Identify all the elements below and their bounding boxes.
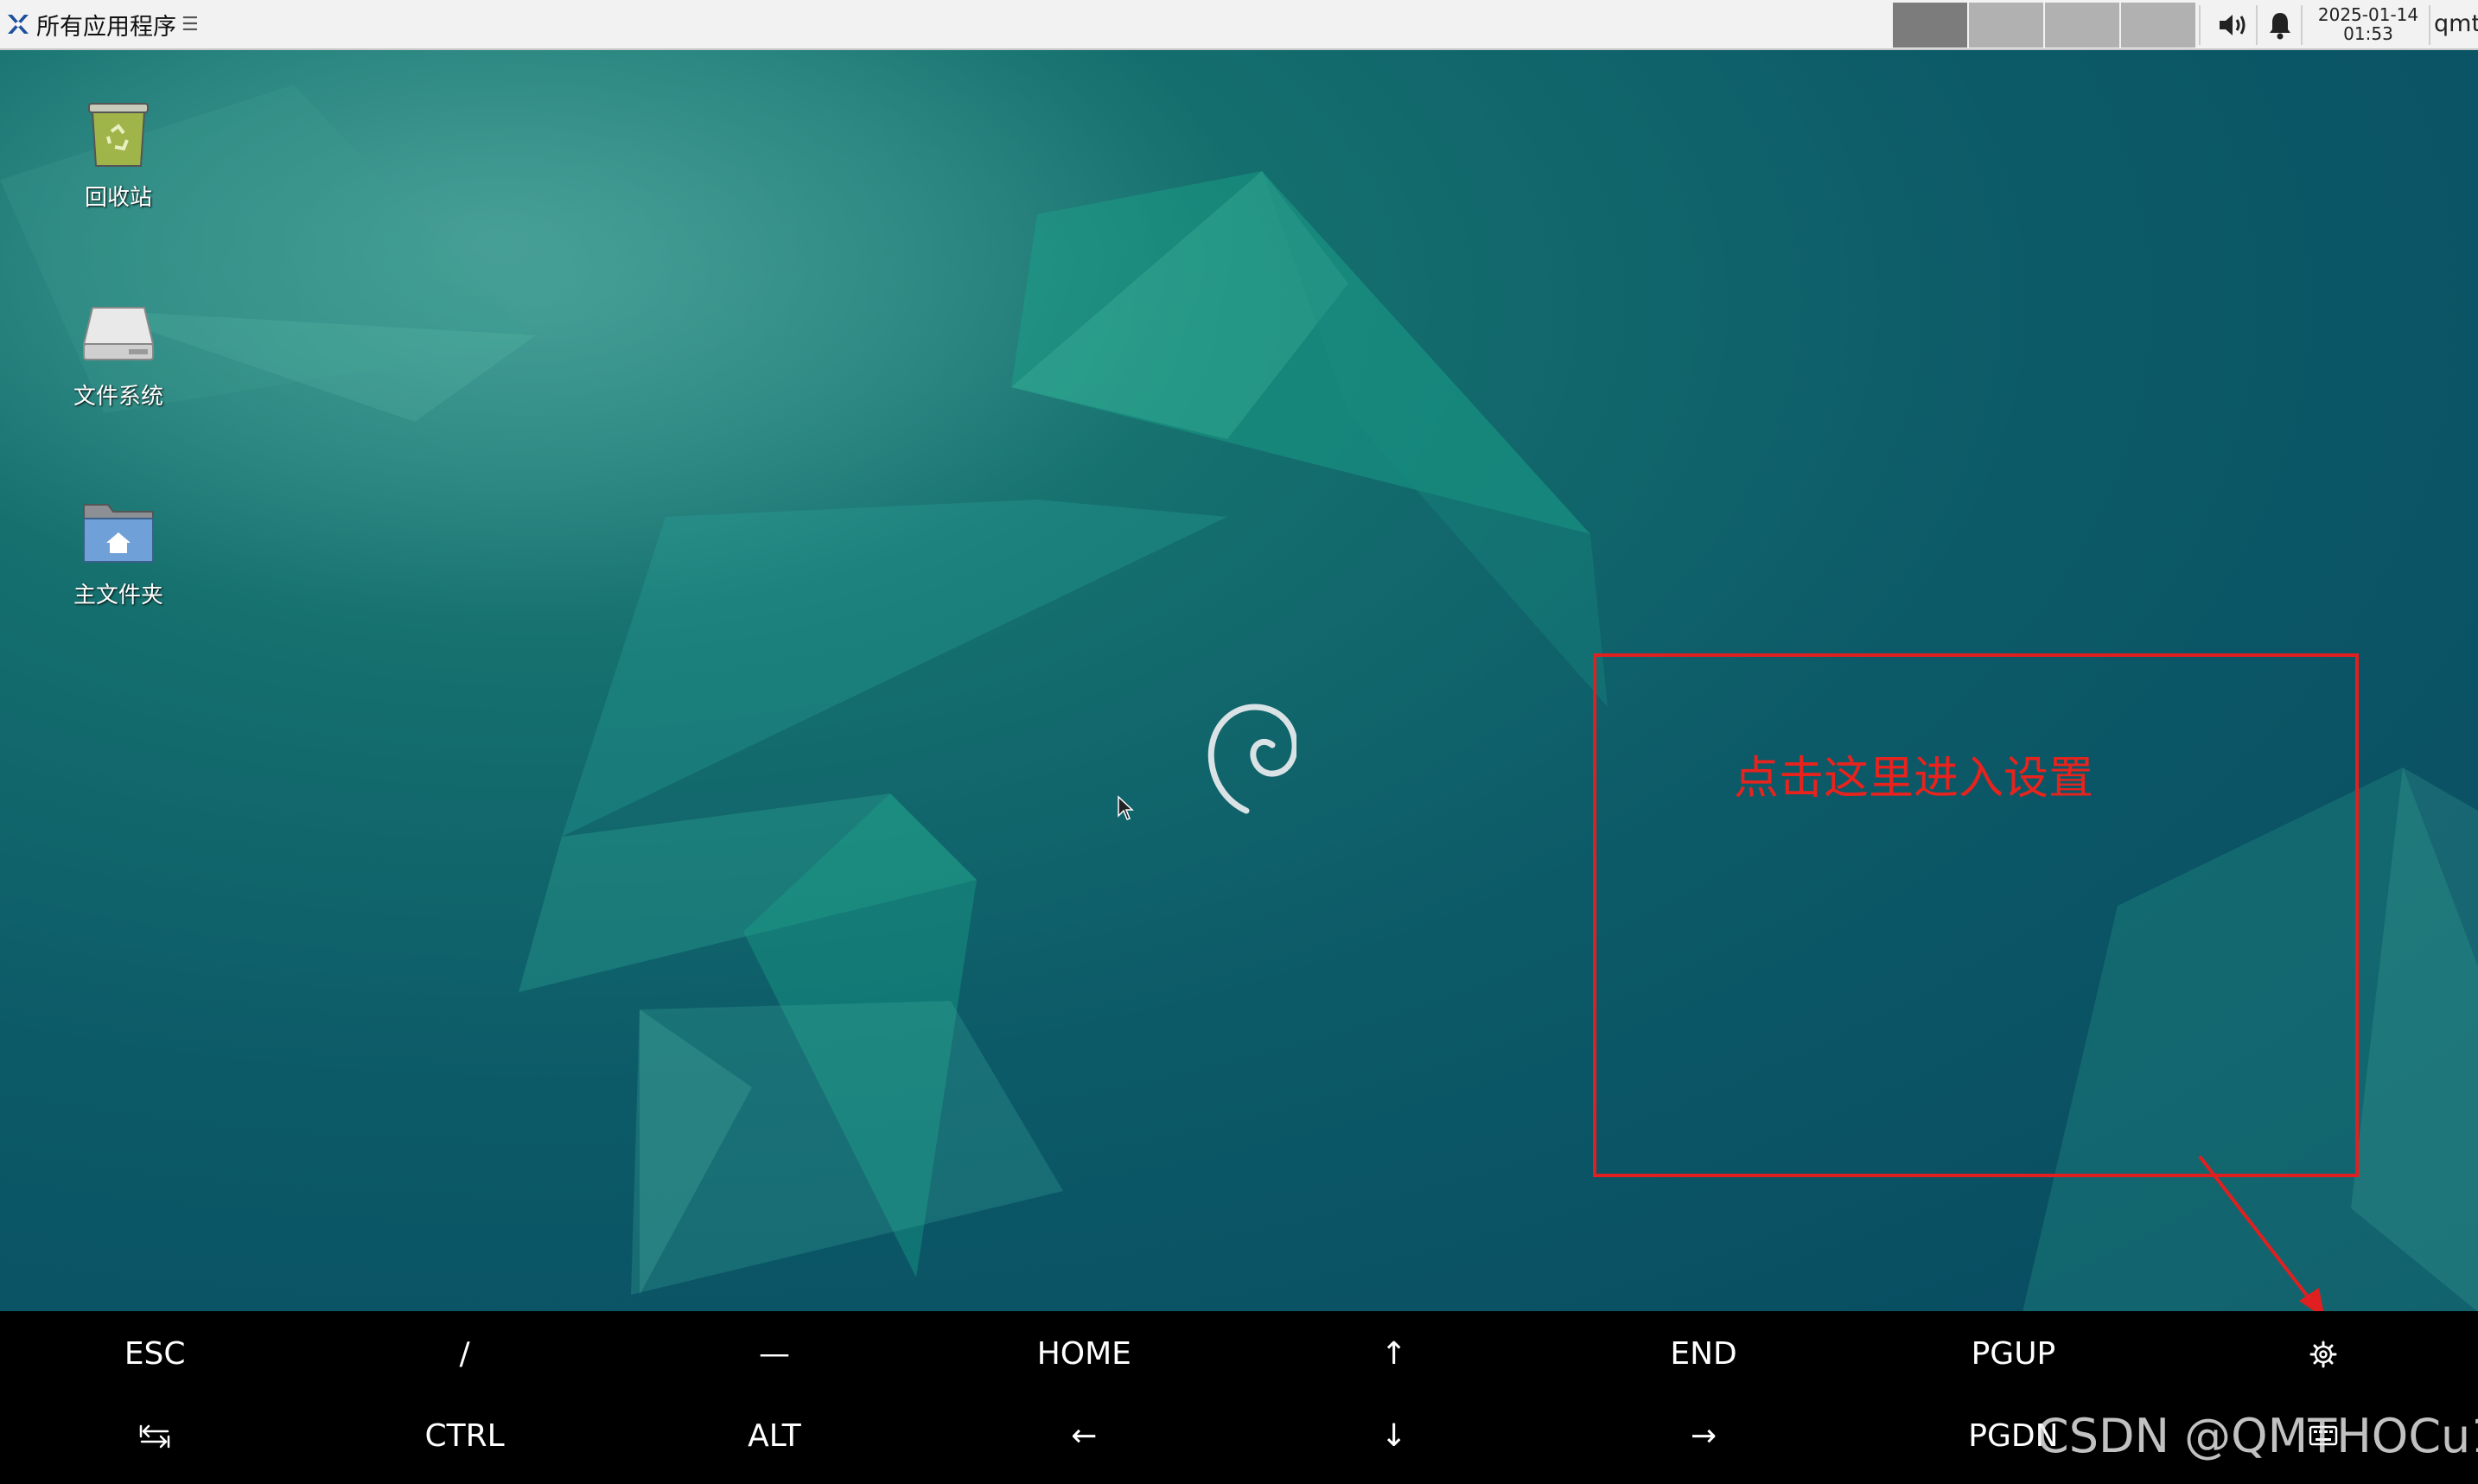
desktop-icon-label: 主文件夹: [73, 583, 163, 608]
key-end[interactable]: END: [1549, 1313, 1858, 1395]
key-pgdn[interactable]: PGDN: [1858, 1395, 2168, 1477]
keyboard-row-1: ESC / — HOME ↑ END PGUP: [0, 1313, 2478, 1395]
workspace-switcher[interactable]: [1893, 3, 2197, 48]
key-pgup[interactable]: PGUP: [1858, 1313, 2168, 1395]
key-home[interactable]: HOME: [929, 1313, 1239, 1395]
tray-separator: [2199, 5, 2201, 45]
clock-date: 2025-01-14: [2317, 4, 2419, 25]
applications-menu-button[interactable]: 所有应用程序 ☰: [0, 0, 199, 49]
desktop-icon-home[interactable]: 主文件夹: [41, 489, 196, 609]
annotation-text: 点击这里进入设置: [1734, 753, 2094, 805]
menu-grid-icon: ☰: [182, 13, 199, 35]
key-left[interactable]: ←: [929, 1395, 1239, 1477]
drive-icon: [82, 307, 155, 360]
tray-separator: [2301, 5, 2303, 45]
key-up[interactable]: ↑: [1239, 1313, 1549, 1395]
virtual-keyboard-bar: ESC / — HOME ↑ END PGUP CTRL ALT ← ↓ → P…: [0, 1311, 2478, 1484]
debian-swirl-logo: [1207, 704, 1296, 814]
key-right[interactable]: →: [1549, 1395, 1858, 1477]
keyboard-row-2: CTRL ALT ← ↓ → PGDN: [0, 1395, 2478, 1477]
key-down[interactable]: ↓: [1239, 1395, 1549, 1477]
key-esc[interactable]: ESC: [0, 1313, 309, 1395]
workspace-3[interactable]: [2045, 3, 2119, 48]
notification-bell-icon[interactable]: [2268, 10, 2292, 40]
key-keyboard-toggle[interactable]: [2169, 1395, 2478, 1477]
home-folder-icon: [83, 504, 154, 563]
key-tab[interactable]: [0, 1395, 309, 1477]
desktop-icon-label: 文件系统: [73, 384, 163, 410]
workspace-2[interactable]: [1969, 3, 2043, 48]
key-settings[interactable]: [2169, 1313, 2478, 1395]
key-ctrl[interactable]: CTRL: [309, 1395, 619, 1477]
key-dash[interactable]: —: [620, 1313, 929, 1395]
volume-icon[interactable]: [2218, 11, 2249, 39]
tray-separator: [2256, 5, 2258, 45]
keyboard-icon: [2309, 1425, 2338, 1445]
workspace-4[interactable]: [2121, 3, 2195, 48]
workspace-1[interactable]: [1893, 3, 1967, 48]
desktop-icon-filesystem[interactable]: 文件系统: [41, 290, 196, 411]
clock-time: 01:53: [2343, 23, 2393, 44]
key-alt[interactable]: ALT: [620, 1395, 929, 1477]
top-panel: 所有应用程序 ☰ 2025-01-14 01:53 qmt: [0, 0, 2478, 50]
trash-icon: [88, 103, 149, 167]
key-slash[interactable]: /: [309, 1313, 619, 1395]
xfce-logo-icon: [8, 15, 29, 34]
desktop-icon-trash[interactable]: 回收站: [41, 92, 196, 212]
applications-menu-label: 所有应用程序: [36, 13, 176, 41]
desktop-icon-label: 回收站: [84, 185, 152, 211]
mouse-pointer-icon: [1118, 795, 1134, 820]
tab-arrows-icon: [139, 1424, 170, 1448]
gear-icon: [2309, 1341, 2337, 1367]
clock[interactable]: 2025-01-14 01:53: [2309, 5, 2427, 43]
user-menu[interactable]: qmt: [2434, 10, 2478, 37]
annotation-highlight-box: [1593, 653, 2359, 1177]
tray-separator: [2429, 5, 2430, 45]
